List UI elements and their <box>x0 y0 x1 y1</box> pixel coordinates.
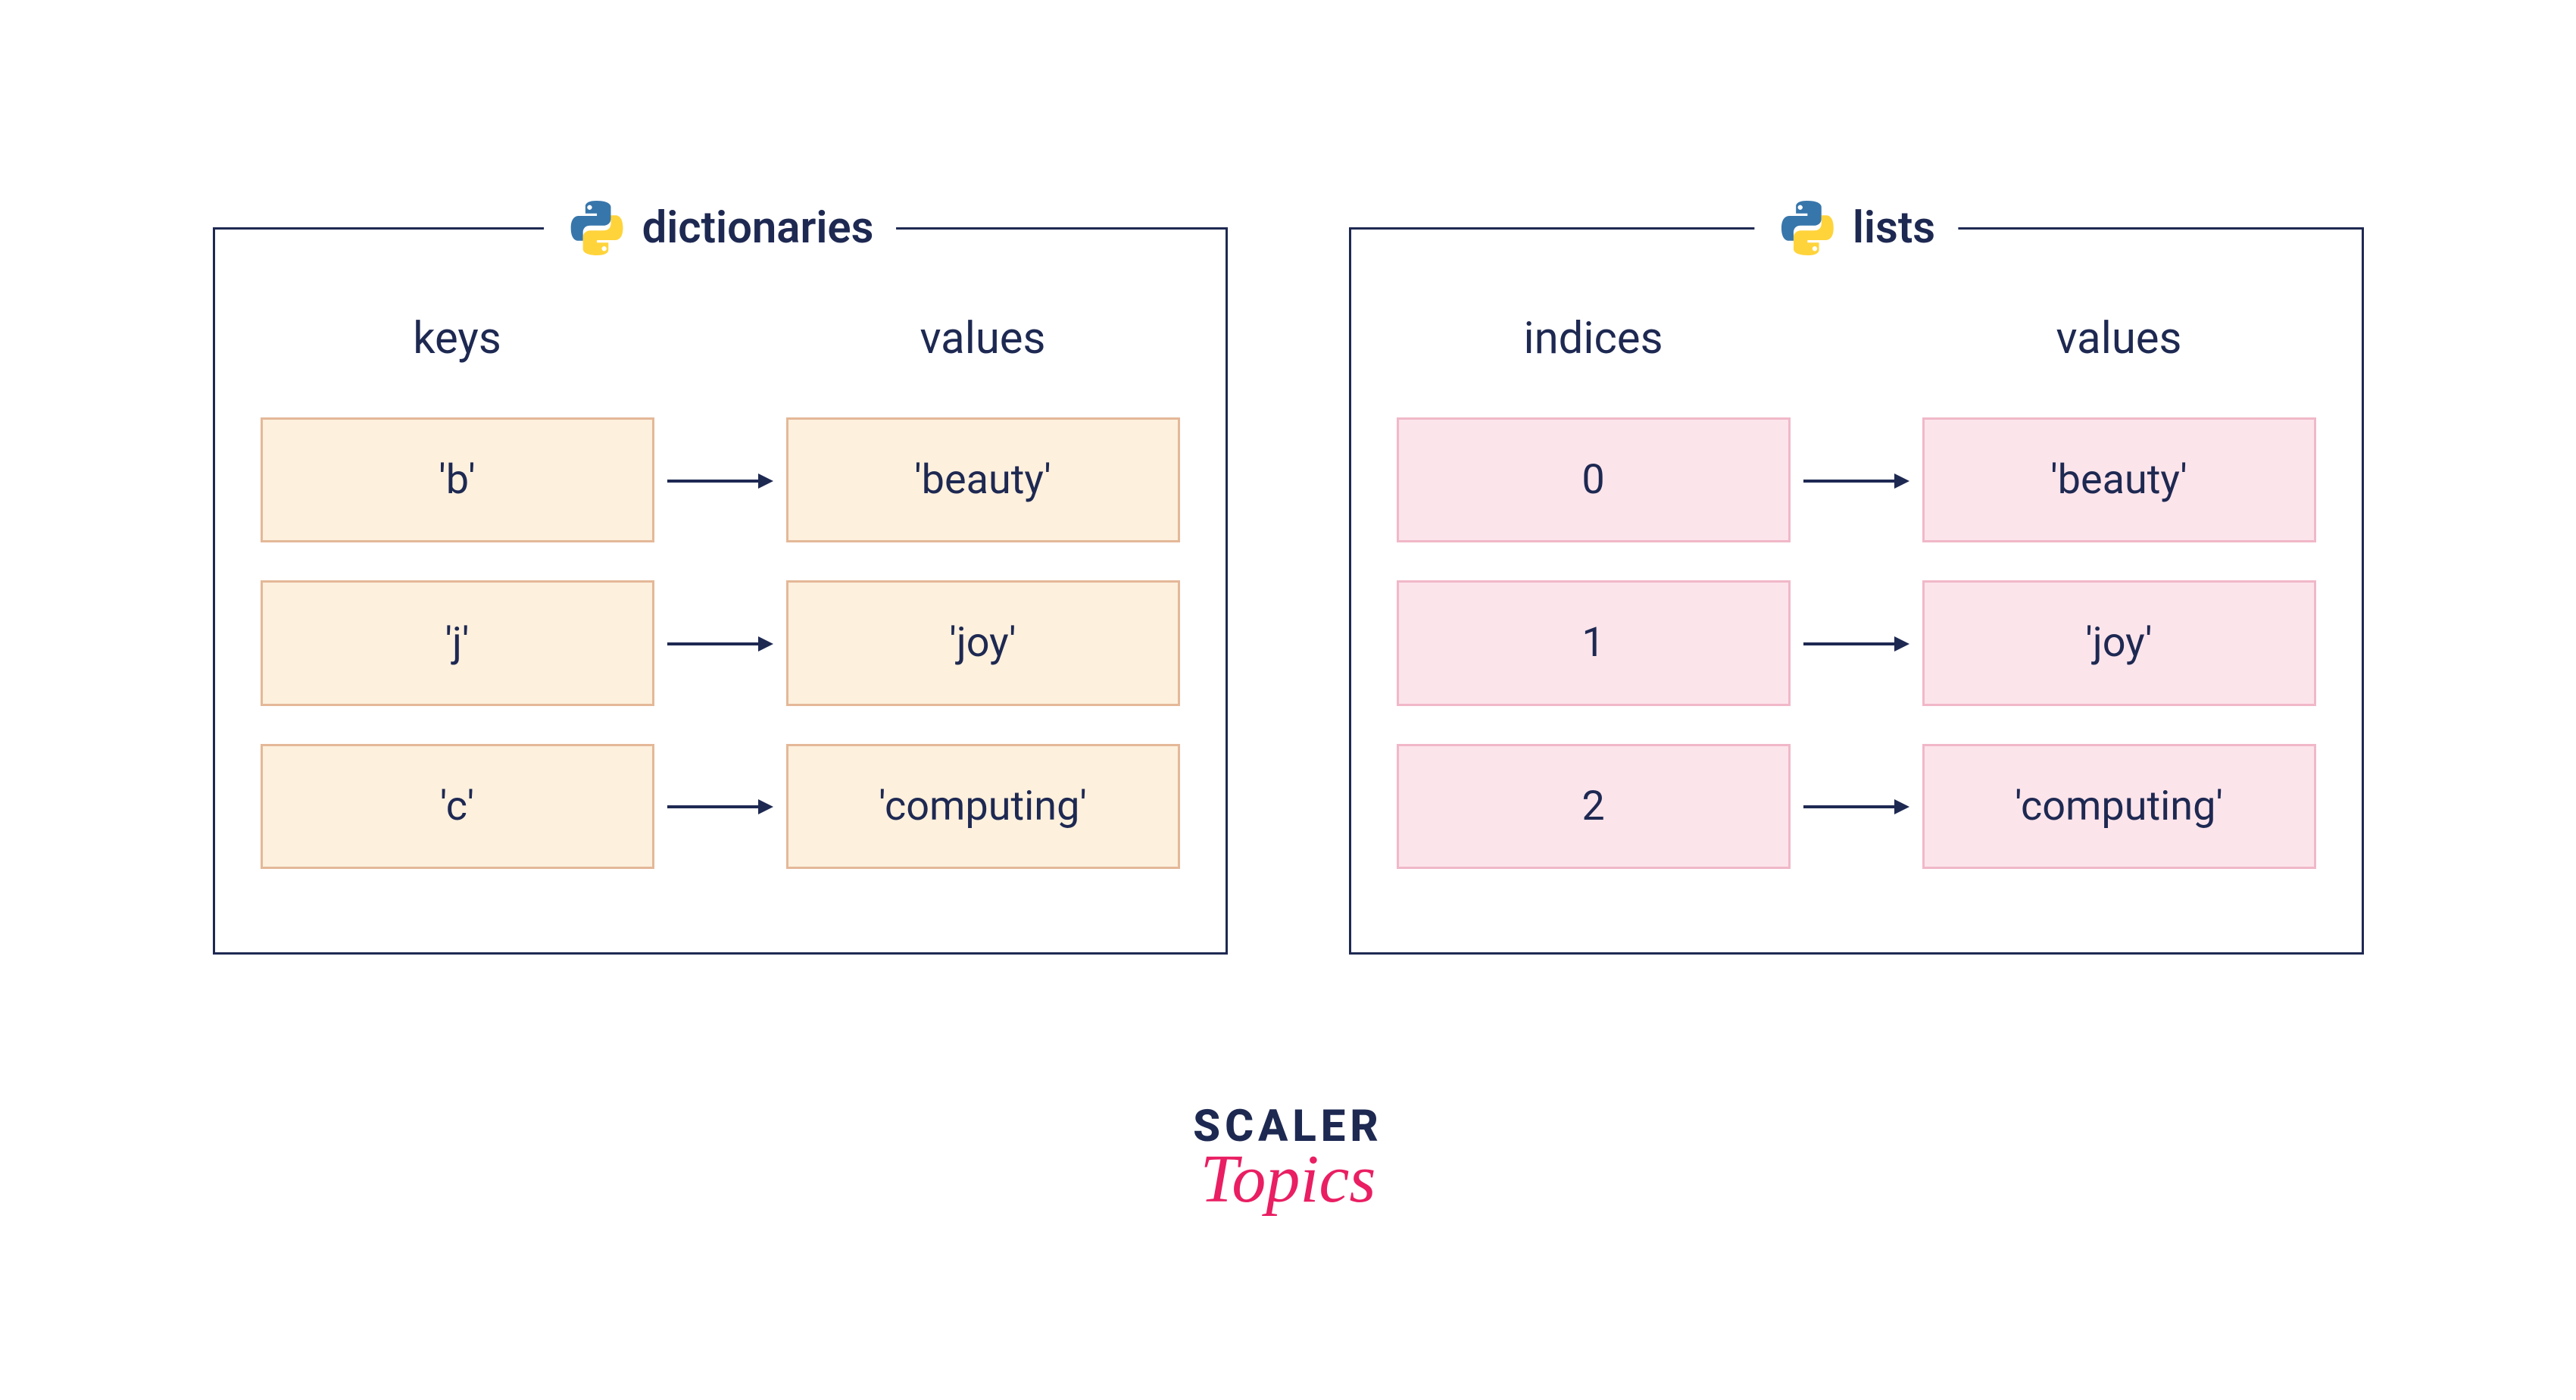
indices-header: indices <box>1524 313 1663 364</box>
dict-values-header: values <box>920 313 1046 364</box>
dict-key-cell: 'b' <box>261 417 654 542</box>
dictionaries-panel: dictionaries keys 'b' 'j' 'c' <box>213 227 1228 955</box>
dict-key-cell: 'j' <box>261 580 654 705</box>
list-value-cell: 'beauty' <box>1922 417 2316 542</box>
list-value-cell: 'computing' <box>1922 744 2316 869</box>
lists-panel: lists indices 0 1 2 values <box>1349 227 2364 955</box>
dict-value-cell: 'computing' <box>786 744 1180 869</box>
dictionaries-title: dictionaries <box>642 202 874 254</box>
footer-logo: SCALER Topics <box>1193 1101 1383 1218</box>
arrow-icon <box>1803 419 1909 544</box>
arrow-icon <box>1803 744 1909 869</box>
list-arrows <box>1803 313 1909 907</box>
list-index-cell: 1 <box>1397 580 1791 705</box>
keys-header: keys <box>413 313 501 364</box>
dict-values-column: values 'beauty' 'joy' 'computing' <box>786 313 1180 907</box>
arrow-icon <box>667 419 773 544</box>
lists-title: lists <box>1853 202 1935 254</box>
indices-column: indices 0 1 2 <box>1397 313 1791 907</box>
lists-columns: indices 0 1 2 values 'beauty' 'joy' <box>1397 313 2316 907</box>
arrow-icon <box>667 744 773 869</box>
dictionaries-header: dictionaries <box>544 198 897 258</box>
python-icon <box>1777 198 1838 258</box>
list-values-column: values 'beauty' 'joy' 'computing' <box>1922 313 2316 907</box>
diagram-container: dictionaries keys 'b' 'j' 'c' <box>0 0 2576 955</box>
list-index-cell: 2 <box>1397 744 1791 869</box>
arrow-icon <box>667 582 773 707</box>
dict-value-cell: 'joy' <box>786 580 1180 705</box>
arrow-icon <box>1803 582 1909 707</box>
lists-header: lists <box>1754 198 1958 258</box>
dict-value-cell: 'beauty' <box>786 417 1180 542</box>
list-value-cell: 'joy' <box>1922 580 2316 705</box>
python-icon <box>567 198 627 258</box>
list-values-header: values <box>2056 313 2182 364</box>
dict-arrows <box>667 313 773 907</box>
keys-column: keys 'b' 'j' 'c' <box>261 313 654 907</box>
list-index-cell: 0 <box>1397 417 1791 542</box>
dictionaries-columns: keys 'b' 'j' 'c' values 'beauty' 'joy <box>261 313 1180 907</box>
dict-key-cell: 'c' <box>261 744 654 869</box>
subbrand-name: Topics <box>1193 1140 1383 1218</box>
